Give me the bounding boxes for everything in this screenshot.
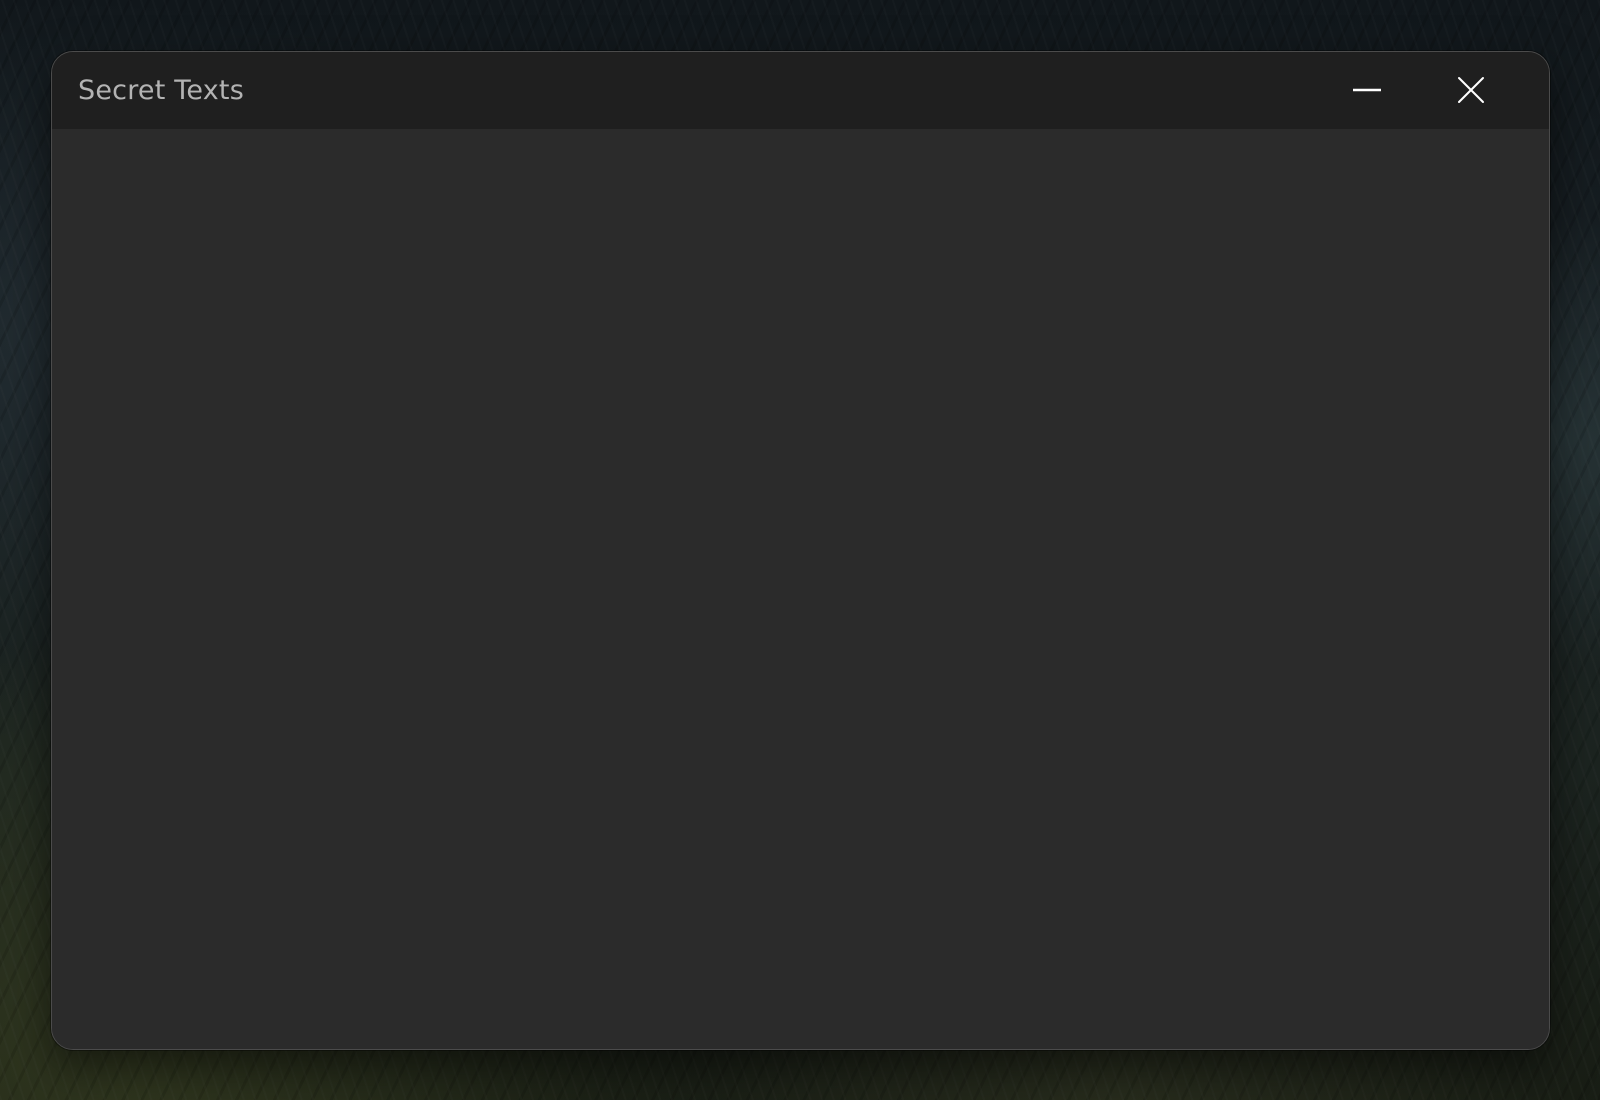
window-title: Secret Texts xyxy=(78,75,244,106)
window-content-area xyxy=(52,129,1549,1049)
app-window: Secret Texts xyxy=(51,51,1550,1050)
minimize-icon xyxy=(1353,88,1381,92)
minimize-button[interactable] xyxy=(1331,68,1403,112)
close-icon xyxy=(1458,77,1484,103)
close-button[interactable] xyxy=(1435,68,1507,112)
title-bar[interactable]: Secret Texts xyxy=(52,52,1549,129)
